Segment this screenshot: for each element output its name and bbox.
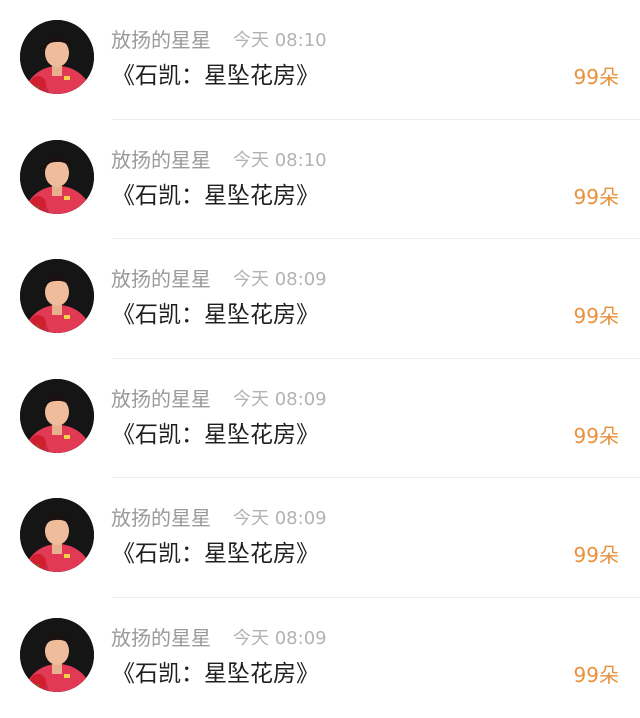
gift-count: 99朵 (573, 184, 619, 209)
username[interactable]: 放扬的星星 (111, 265, 211, 293)
timestamp: 今天 08:09 (233, 627, 327, 649)
player-avatar-icon (20, 259, 94, 334)
player-avatar-icon (20, 378, 94, 453)
list-item[interactable]: 放扬的星星 今天 08:09 《石凯：星坠花房》 99朵 (0, 478, 640, 598)
username[interactable]: 放扬的星星 (111, 146, 211, 174)
list-item[interactable]: 放扬的星星 今天 08:09 《石凯：星坠花房》 99朵 (0, 598, 640, 718)
username[interactable]: 放扬的星星 (111, 26, 211, 54)
message-text: 《石凯：星坠花房》 (112, 302, 319, 329)
username[interactable]: 放扬的星星 (111, 385, 211, 413)
message-text: 《石凯：星坠花房》 (112, 660, 319, 687)
username[interactable]: 放扬的星星 (111, 624, 211, 652)
gift-count: 99朵 (573, 543, 619, 568)
list-item[interactable]: 放扬的星星 今天 08:10 《石凯：星坠花房》 99朵 (0, 0, 640, 120)
avatar[interactable] (20, 20, 94, 94)
timestamp: 今天 08:09 (233, 269, 327, 291)
avatar[interactable] (20, 617, 94, 692)
player-avatar-icon (20, 617, 94, 692)
player-avatar-icon (20, 139, 94, 214)
avatar[interactable] (20, 378, 94, 453)
timestamp: 今天 08:09 (233, 508, 327, 530)
gift-count: 99朵 (573, 304, 619, 329)
gift-count: 99朵 (573, 423, 619, 448)
message-text: 《石凯：星坠花房》 (112, 182, 319, 209)
avatar[interactable] (20, 259, 94, 334)
avatar[interactable] (20, 498, 94, 573)
list-item[interactable]: 放扬的星星 今天 08:10 《石凯：星坠花房》 99朵 (0, 120, 640, 240)
list-item[interactable]: 放扬的星星 今天 08:09 《石凯：星坠花房》 99朵 (0, 239, 640, 359)
player-avatar-icon (20, 20, 94, 94)
message-text: 《石凯：星坠花房》 (112, 541, 319, 568)
gift-count: 99朵 (573, 662, 619, 687)
gift-count: 99朵 (573, 65, 619, 89)
list-item[interactable]: 放扬的星星 今天 08:09 《石凯：星坠花房》 99朵 (0, 359, 640, 479)
message-text: 《石凯：星坠花房》 (112, 421, 319, 448)
timestamp: 今天 08:09 (233, 388, 327, 410)
gift-message-list: 放扬的星星 今天 08:10 《石凯：星坠花房》 99朵 放扬的星星 今天 08… (0, 0, 640, 718)
avatar[interactable] (20, 139, 94, 214)
username[interactable]: 放扬的星星 (111, 504, 211, 532)
timestamp: 今天 08:10 (233, 30, 327, 51)
player-avatar-icon (20, 498, 94, 573)
message-text: 《石凯：星坠花房》 (112, 63, 319, 89)
timestamp: 今天 08:10 (233, 149, 327, 171)
